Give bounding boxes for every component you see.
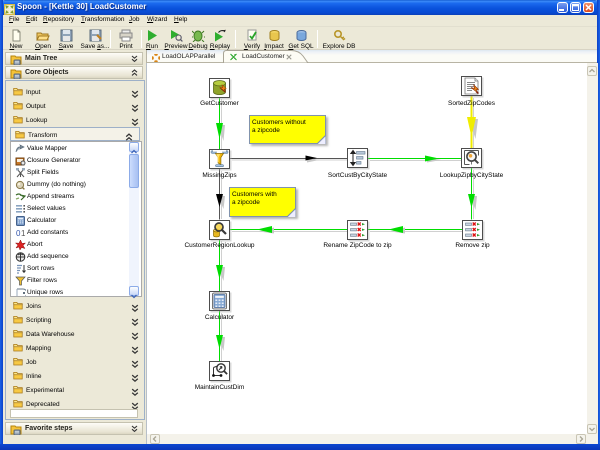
svg-text:1: 1 — [21, 229, 26, 238]
